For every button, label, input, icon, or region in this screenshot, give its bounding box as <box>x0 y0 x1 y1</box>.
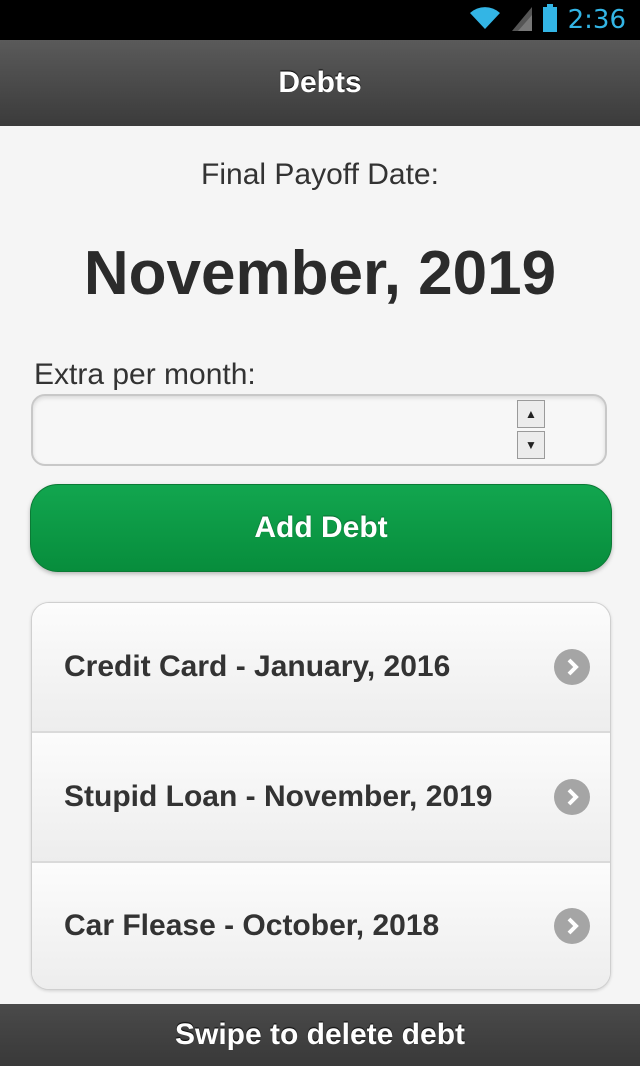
wifi-icon <box>468 5 502 36</box>
payoff-label: Final Payoff Date: <box>201 158 439 191</box>
extra-per-month-input[interactable] <box>45 406 509 456</box>
extra-per-month-field: ▲ ▼ <box>31 394 607 466</box>
spinner-up-button[interactable]: ▲ <box>517 400 545 428</box>
debt-list: Credit Card - January, 2016 Stupid Loan … <box>31 602 611 990</box>
chevron-right-icon <box>554 649 590 685</box>
extra-per-month-label: Extra per month: <box>34 358 256 391</box>
list-item[interactable]: Credit Card - January, 2016 <box>32 603 610 733</box>
caret-up-icon: ▲ <box>525 407 537 421</box>
page-title: Debts <box>0 40 640 127</box>
status-time: 2:36 <box>567 5 626 35</box>
debt-label: Stupid Loan - November, 2019 <box>64 780 493 813</box>
payoff-date: November, 2019 <box>83 239 557 308</box>
debt-label: Credit Card - January, 2016 <box>64 650 451 683</box>
footer-hint: Swipe to delete debt <box>0 1004 640 1066</box>
add-debt-button[interactable]: Add Debt <box>30 484 612 572</box>
status-icons: 2:36 <box>468 3 626 37</box>
battery-icon <box>542 3 558 37</box>
main-content: Final Payoff Date: November, 2019 Extra … <box>0 126 640 1004</box>
signal-icon <box>511 5 532 36</box>
list-item[interactable]: Stupid Loan - November, 2019 <box>32 733 610 863</box>
list-item[interactable]: Car Flease - October, 2018 <box>32 863 610 989</box>
chevron-right-icon <box>554 779 590 815</box>
status-bar: 2:36 <box>0 0 640 40</box>
caret-down-icon: ▼ <box>525 438 537 452</box>
number-spinner: ▲ ▼ <box>517 400 547 462</box>
debt-label: Car Flease - October, 2018 <box>64 909 440 942</box>
spinner-down-button[interactable]: ▼ <box>517 431 545 459</box>
chevron-right-icon <box>554 908 590 944</box>
